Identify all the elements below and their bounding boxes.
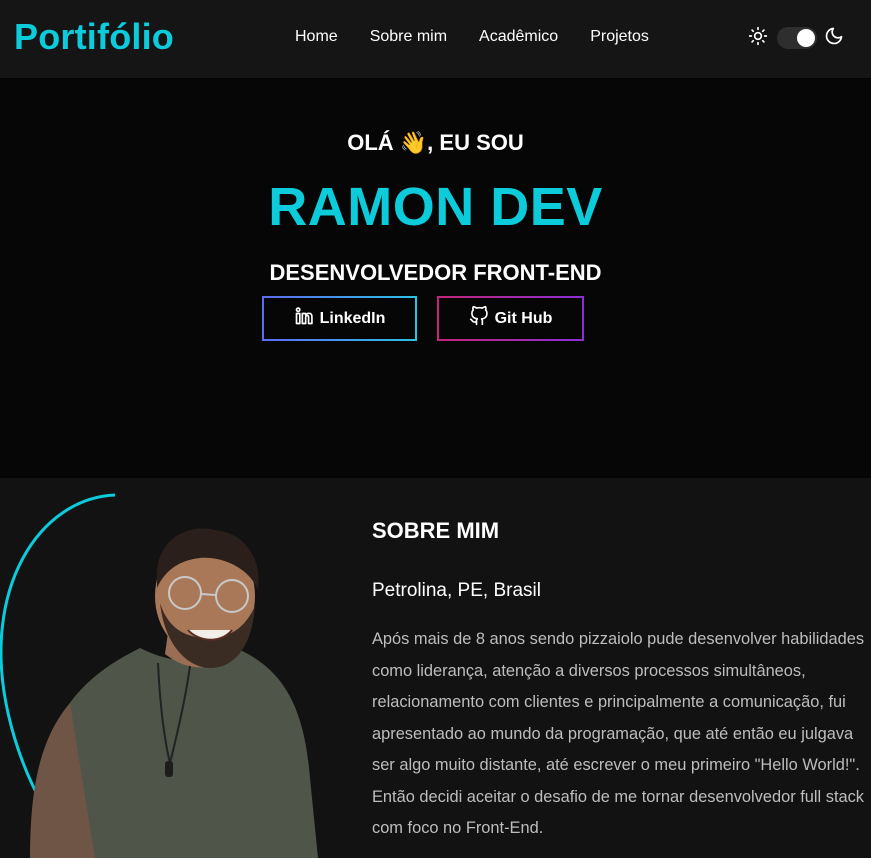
about-section: SOBRE MIM Petrolina, PE, Brasil Após mai… xyxy=(0,478,871,858)
about-title: SOBRE MIM xyxy=(372,518,500,543)
nav-link-academico[interactable]: Acadêmico xyxy=(479,28,558,46)
theme-toggle[interactable] xyxy=(777,27,817,49)
hero-section: OLÁ 👋, EU SOU RAMON DEV DESENVOLVEDOR FR… xyxy=(0,78,871,478)
toggle-knob xyxy=(797,29,815,47)
about-location: Petrolina, PE, Brasil xyxy=(372,580,541,601)
github-label: Git Hub xyxy=(494,309,553,327)
hero-greeting: OLÁ 👋, EU SOU xyxy=(347,130,524,155)
github-button[interactable]: Git Hub xyxy=(437,296,584,341)
github-icon xyxy=(469,305,489,331)
theme-switcher xyxy=(748,26,844,50)
nav-link-sobre-mim[interactable]: Sobre mim xyxy=(370,28,447,46)
hero-role: DESENVOLVEDOR FRONT-END xyxy=(269,260,602,285)
moon-icon xyxy=(824,26,844,51)
hero-name: RAMON DEV xyxy=(268,177,603,237)
nav-link-home[interactable]: Home xyxy=(295,28,338,46)
brand-logo[interactable]: Portifólio xyxy=(14,16,174,58)
nav-links: Home Sobre mim Acadêmico Projetos xyxy=(295,28,681,46)
about-bio: Após mais de 8 anos sendo pizzaiolo pude… xyxy=(372,630,865,837)
navbar: Portifólio Home Sobre mim Acadêmico Proj… xyxy=(0,0,871,78)
linkedin-icon xyxy=(294,306,314,331)
nav-link-projetos[interactable]: Projetos xyxy=(590,28,649,46)
profile-photo xyxy=(0,478,330,858)
linkedin-button[interactable]: LinkedIn xyxy=(262,296,417,341)
sun-icon xyxy=(748,26,768,51)
linkedin-label: LinkedIn xyxy=(319,309,386,327)
